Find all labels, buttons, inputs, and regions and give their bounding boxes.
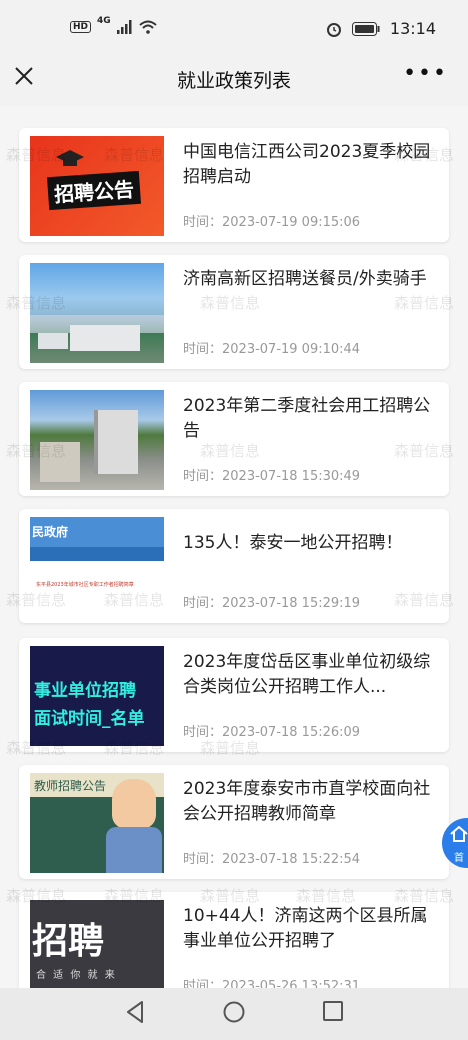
thumbnail-caption: 民政府 (32, 525, 69, 539)
list-item[interactable]: 事业单位招聘 面试时间_名单 2023年度岱岳区事业单位初级综合类岗位公开招聘工… (19, 638, 449, 752)
thumbnail-image (30, 263, 164, 363)
home-label: 首 (454, 853, 464, 864)
list-item[interactable]: 招聘公告 中国电信江西公司2023夏季校园招聘启动 时间：2023-07-19 … (19, 128, 449, 242)
thumbnail-image: 教师招聘公告 (30, 773, 164, 873)
recents-icon[interactable] (322, 1000, 344, 1022)
home-circle-icon[interactable] (222, 1000, 246, 1024)
hd-badge: HD (70, 21, 92, 33)
thumbnail-image: 事业单位招聘 面试时间_名单 (30, 646, 164, 746)
clock: 13:14 (389, 19, 436, 38)
home-icon (450, 826, 468, 842)
thumbnail-caption: 东平县2023年城市社区专职工作者招聘简章 (36, 582, 134, 588)
item-title: 10+44人！济南这两个区县所属事业单位公开招聘了 (183, 906, 428, 951)
item-title: 2023年度泰安市市直学校面向社会公开招聘教师简章 (183, 779, 431, 824)
item-title: 中国电信江西公司2023夏季校园招聘启动 (183, 142, 431, 187)
thumbnail-image: 招聘 合 适 你 就 来 (30, 900, 164, 988)
thumbnail-image: 招聘公告 (30, 136, 164, 236)
item-title: 2023年度岱岳区事业单位初级综合类岗位公开招聘工作人... (183, 652, 431, 697)
list-item[interactable]: 教师招聘公告 2023年度泰安市市直学校面向社会公开招聘教师简章 时间：2023… (19, 765, 449, 879)
page-title: 就业政策列表 (176, 70, 291, 92)
list-item[interactable]: 2023年第二季度社会用工招聘公告 时间：2023-07-18 15:30:49 (19, 382, 449, 496)
wifi-icon (139, 20, 157, 34)
thumbnail-image: 民政府 东平县2023年城市社区专职工作者招聘简章 (30, 517, 164, 617)
nav-bar: 就业政策列表 ••• (0, 58, 468, 106)
signal-icon (116, 20, 132, 34)
system-nav-bar (0, 988, 468, 1040)
item-time: 时间：2023-07-19 09:10:44 (183, 342, 361, 357)
network-label: 4G (97, 16, 111, 26)
thumbnail-image (30, 390, 164, 490)
battery-icon (351, 21, 380, 36)
list-item[interactable]: 招聘 合 适 你 就 来 10+44人！济南这两个区县所属事业单位公开招聘了 时… (19, 892, 449, 988)
list-item[interactable]: 民政府 东平县2023年城市社区专职工作者招聘简章 135人！泰安一地公开招聘！… (19, 509, 449, 623)
thumbnail-caption: 招聘公告 (46, 170, 142, 211)
item-title: 135人！泰安一地公开招聘！ (183, 533, 403, 553)
graduation-cap-icon (56, 150, 84, 166)
thumbnail-caption: 事业单位招聘 (34, 681, 136, 701)
policy-list: 招聘公告 中国电信江西公司2023夏季校园招聘启动 时间：2023-07-19 … (0, 106, 468, 988)
item-time: 时间：2023-07-18 15:22:54 (183, 852, 361, 867)
list-item[interactable]: 济南高新区招聘送餐员/外卖骑手 时间：2023-07-19 09:10:44 (19, 255, 449, 369)
item-title: 济南高新区招聘送餐员/外卖骑手 (183, 269, 427, 289)
thumbnail-caption: 教师招聘公告 (34, 779, 107, 793)
item-time: 时间：2023-05-26 13:52:31 (183, 979, 361, 988)
item-time: 时间：2023-07-18 15:26:09 (183, 725, 361, 740)
item-time: 时间：2023-07-18 15:30:49 (183, 469, 361, 484)
more-icon[interactable]: ••• (403, 61, 448, 86)
thumbnail-caption: 面试时间_名单 (34, 709, 145, 729)
item-time: 时间：2023-07-19 09:15:06 (183, 215, 361, 230)
thumbnail-caption: 招聘 (32, 921, 105, 962)
alarm-icon (326, 22, 341, 37)
thumbnail-caption: 合 适 你 就 来 (36, 970, 117, 981)
status-bar: HD 4G 13:14 (0, 0, 468, 58)
item-title: 2023年第二季度社会用工招聘公告 (183, 396, 431, 441)
back-icon[interactable] (124, 1000, 146, 1024)
item-time: 时间：2023-07-18 15:29:19 (183, 596, 361, 611)
